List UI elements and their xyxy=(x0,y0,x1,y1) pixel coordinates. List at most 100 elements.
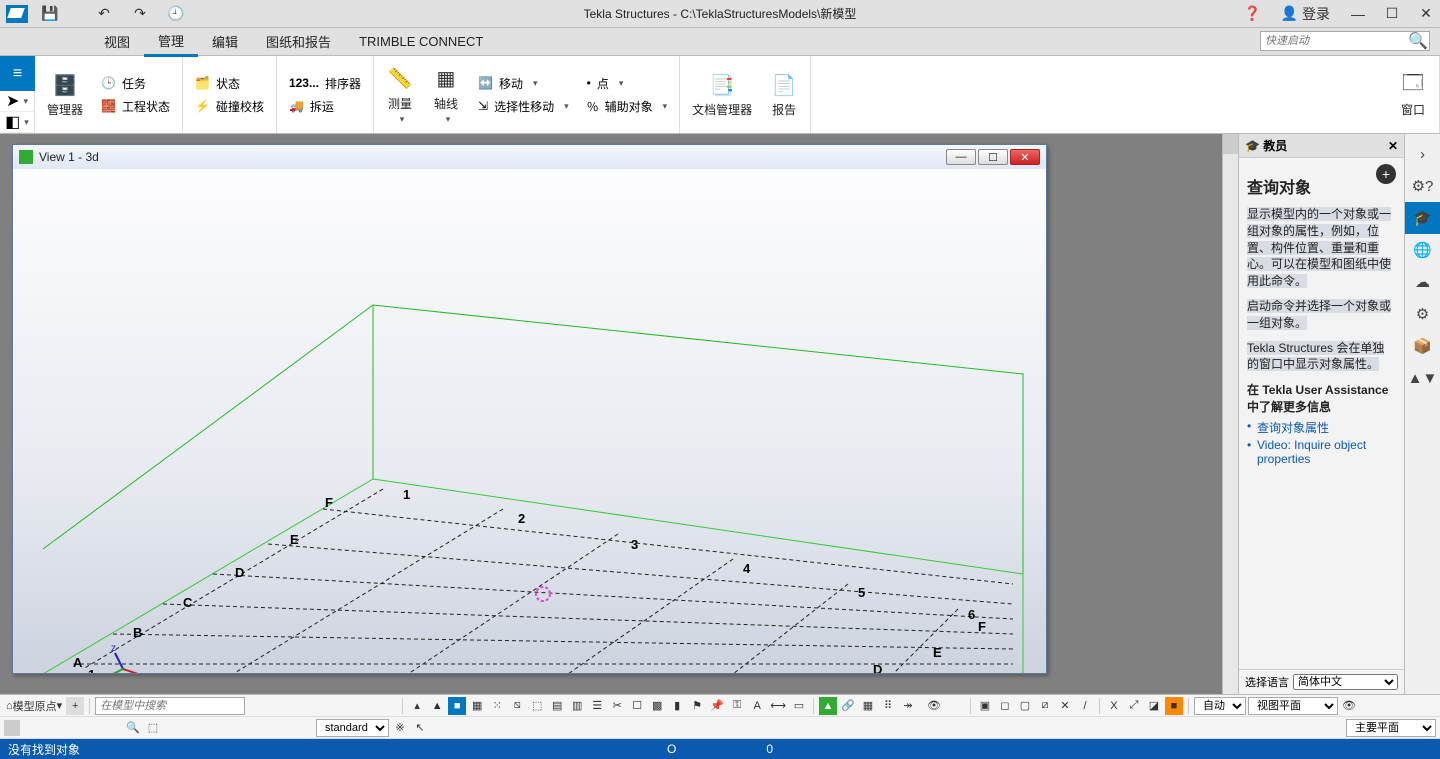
side-close-icon[interactable]: ✕ xyxy=(1388,139,1398,153)
tab-trimble-connect[interactable]: TRIMBLE CONNECT xyxy=(345,30,497,53)
gear-help-icon[interactable]: ⚙? xyxy=(1405,170,1440,202)
ico-cross[interactable]: ✕ xyxy=(1056,697,1074,715)
history-icon[interactable]: 🕘 xyxy=(162,5,190,22)
ico-hash[interactable]: ※ xyxy=(391,719,409,737)
point-button[interactable]: •点▾ xyxy=(587,75,668,92)
model-search-input[interactable] xyxy=(95,697,245,715)
ico-orange[interactable]: ■ xyxy=(1165,697,1183,715)
ico-x1[interactable]: X xyxy=(1105,697,1123,715)
status-button[interactable]: 🗂️状态 xyxy=(195,75,264,92)
view-max-button[interactable]: ☐ xyxy=(978,149,1008,165)
add-icon[interactable]: + xyxy=(1376,164,1396,184)
ico-layers[interactable]: ▭ xyxy=(790,697,808,715)
file-menu-button[interactable]: ≡ xyxy=(0,56,35,91)
sequencer-button[interactable]: 123...排序器 xyxy=(289,75,361,92)
job-status-button[interactable]: 🧱工程状态 xyxy=(101,98,170,115)
help-icon[interactable]: ❓ xyxy=(1239,0,1267,27)
ico-pts[interactable]: ⠿ xyxy=(879,697,897,715)
ico-diag2[interactable]: ⧄ xyxy=(1036,697,1054,715)
dismantle-button[interactable]: 🚚拆运 xyxy=(289,98,361,115)
ico-x3[interactable]: ◪ xyxy=(1145,697,1163,715)
view-min-button[interactable]: — xyxy=(946,149,976,165)
ico-square-active[interactable]: ■ xyxy=(448,697,466,715)
tab-manage[interactable]: 管理 xyxy=(144,27,198,57)
origin-dropdown[interactable]: ⌂模型原点 ▾ xyxy=(4,697,64,715)
package-icon[interactable]: 📦 xyxy=(1405,330,1440,362)
ico-lines[interactable]: ☰ xyxy=(588,697,606,715)
user-login[interactable]: 👤 登录 xyxy=(1273,0,1338,27)
selective-move-button[interactable]: ⇲选择性移动▾ xyxy=(478,98,569,115)
measure-button[interactable]: 📏测量▾ xyxy=(386,65,414,125)
view-window-titlebar[interactable]: View 1 - 3d — ☐ ✕ xyxy=(13,145,1046,169)
search-icon-2[interactable]: 🔍 xyxy=(124,719,142,737)
ico-cut[interactable]: ✂ xyxy=(608,697,626,715)
view-close-button[interactable]: ✕ xyxy=(1010,149,1040,165)
ico-flag[interactable]: ⚑ xyxy=(688,697,706,715)
ico-grid4[interactable]: ▦ xyxy=(859,697,877,715)
ico-arr2[interactable]: ↠ xyxy=(899,697,917,715)
3d-canvas[interactable]: A B C D E F 1 2 3 4 5 6 E D xyxy=(13,169,1046,673)
globe-icon[interactable]: 🌐 xyxy=(1405,234,1440,266)
ico-arrow[interactable]: ▴ xyxy=(408,697,426,715)
link-video-inquire[interactable]: Video: Inquire object properties xyxy=(1257,438,1396,466)
link-inquire-properties[interactable]: 查询对象属性 xyxy=(1257,419,1396,436)
tab-view[interactable]: 视图 xyxy=(90,28,144,55)
ico-cursor2[interactable]: ↖ xyxy=(411,719,429,737)
add-view-button[interactable]: + xyxy=(66,697,84,715)
auto-select[interactable]: 自动 xyxy=(1194,697,1246,715)
expand-icon[interactable]: › xyxy=(1405,138,1440,170)
vertical-scrollbar[interactable] xyxy=(1222,134,1238,694)
ico-sq1[interactable]: ▣ xyxy=(976,697,994,715)
ico-link[interactable]: 🔗 xyxy=(839,697,857,715)
undo-icon[interactable]: ↶ xyxy=(90,5,118,22)
ico-dim[interactable]: ⟷ xyxy=(768,697,788,715)
ico-box[interactable]: ☐ xyxy=(628,697,646,715)
quick-launch-input[interactable] xyxy=(1265,35,1408,47)
ico-sq2[interactable]: ◻ xyxy=(996,697,1014,715)
settings-icon[interactable]: ⚙ xyxy=(1405,298,1440,330)
ico-green[interactable]: ▲ xyxy=(819,697,837,715)
ico-diag[interactable]: ⧅ xyxy=(508,697,526,715)
task-button[interactable]: 🕒任务 xyxy=(101,75,170,92)
window-button[interactable]: 🗔窗口 xyxy=(1399,71,1427,118)
cursor-tool[interactable]: ➤▾ xyxy=(0,91,34,112)
maximize-button[interactable]: ☐ xyxy=(1378,0,1406,27)
ico-bar[interactable]: ▮ xyxy=(668,697,686,715)
ico-slash[interactable]: / xyxy=(1076,697,1094,715)
redo-icon[interactable]: ↷ xyxy=(126,5,154,22)
marker-tool[interactable]: ◧▾ xyxy=(0,112,34,133)
ico-dots[interactable]: ⁙ xyxy=(488,697,506,715)
close-button[interactable]: ✕ xyxy=(1412,0,1440,27)
ico-grid2[interactable]: ▤ xyxy=(548,697,566,715)
ico-eye1[interactable]: 👁 xyxy=(925,697,943,715)
ico-sq3[interactable]: ▢ xyxy=(1016,697,1034,715)
select-rect-icon[interactable]: ⬚ xyxy=(144,719,162,737)
ico-triangle[interactable]: ▲ xyxy=(428,697,446,715)
ico-a[interactable]: A xyxy=(748,697,766,715)
cloud-icon[interactable]: ☁ xyxy=(1405,266,1440,298)
tab-drawings-reports[interactable]: 图纸和报告 xyxy=(252,28,345,55)
report-button[interactable]: 📄报告 xyxy=(770,71,798,118)
lang-select[interactable]: 简体中文 xyxy=(1293,674,1398,690)
move-button[interactable]: ↔️移动▾ xyxy=(478,75,569,92)
manager-button[interactable]: 🗄️ 管理器 xyxy=(47,71,83,118)
view-plane-select[interactable]: 视图平面 xyxy=(1248,697,1338,715)
standard-select[interactable]: standard xyxy=(316,719,389,737)
ico-key[interactable]: ⚿ xyxy=(728,697,746,715)
doc-manager-button[interactable]: 📑文档管理器 xyxy=(692,71,752,118)
tab-edit[interactable]: 编辑 xyxy=(198,28,252,55)
ico-eye2[interactable]: 👁 xyxy=(1340,697,1358,715)
save-icon[interactable]: 💾 xyxy=(36,5,64,22)
handle-icon[interactable] xyxy=(4,720,20,736)
aux-object-button[interactable]: ％辅助对象▾ xyxy=(587,98,668,115)
clash-check-button[interactable]: ⚡碰撞校核 xyxy=(195,98,264,115)
grid-button[interactable]: ▦轴线▾ xyxy=(432,65,460,125)
minimize-button[interactable]: — xyxy=(1344,0,1372,27)
quick-launch[interactable]: 🔍 xyxy=(1260,31,1430,51)
main-plane-select[interactable]: 主要平面 xyxy=(1346,719,1436,737)
ico-cube[interactable]: ⬚ xyxy=(528,697,546,715)
ico-grid1[interactable]: ▦ xyxy=(468,697,486,715)
ico-x2[interactable]: ⤢ xyxy=(1125,697,1143,715)
ico-pin[interactable]: 📌 xyxy=(708,697,726,715)
ico-gantt[interactable]: ▥ xyxy=(568,697,586,715)
